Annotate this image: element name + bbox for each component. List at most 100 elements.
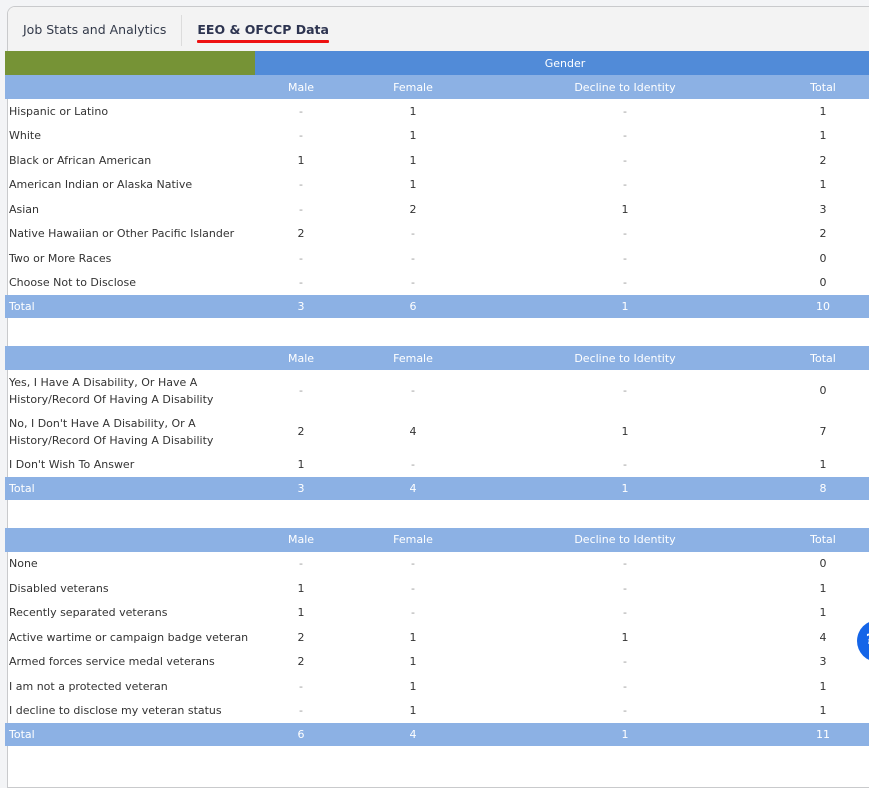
column-header-male: Male bbox=[255, 346, 347, 370]
cell-total: 2 bbox=[819, 153, 827, 167]
cell-female: 1 bbox=[409, 704, 417, 718]
total-female: 4 bbox=[347, 723, 479, 746]
cell-male: - bbox=[299, 104, 303, 118]
total-decline: 1 bbox=[479, 476, 771, 500]
cell-female: 1 bbox=[409, 153, 417, 167]
column-header-label bbox=[5, 346, 255, 370]
cell-female: - bbox=[411, 276, 415, 290]
cell-male: - bbox=[299, 384, 303, 397]
group-header-gender: Gender bbox=[255, 51, 869, 75]
cell-decline: - bbox=[623, 251, 627, 265]
cell-total: 1 bbox=[819, 178, 827, 192]
row-label: I Don't Wish To Answer bbox=[9, 457, 135, 471]
column-header-label bbox=[5, 75, 255, 99]
table-row: Hispanic or Latino - 1 - 1 bbox=[5, 99, 869, 124]
cell-decline: - bbox=[623, 606, 627, 620]
cell-total: 3 bbox=[819, 202, 827, 216]
race-body: Hispanic or Latino - 1 - 1 White - 1 - 1 Black or … bbox=[5, 99, 869, 318]
column-header-female: Female bbox=[347, 75, 479, 99]
total-female: 4 bbox=[347, 476, 479, 500]
cell-male: 1 bbox=[297, 457, 305, 471]
table-row: I Don't Wish To Answer 1 - - 1 bbox=[5, 452, 869, 477]
row-label: I decline to disclose my veteran status bbox=[9, 704, 222, 718]
cell-decline: - bbox=[623, 581, 627, 595]
cell-male: - bbox=[299, 251, 303, 265]
table-row: Active wartime or campaign badge veteran… bbox=[5, 625, 869, 650]
cell-female: 4 bbox=[409, 425, 417, 438]
cell-decline: 1 bbox=[621, 630, 629, 644]
table-row: American Indian or Alaska Native - 1 - 1 bbox=[5, 173, 869, 198]
cell-decline: - bbox=[623, 384, 627, 397]
column-header-decline: Decline to Identity bbox=[479, 346, 771, 370]
race-table: Gender Male Female Decline to Identity T… bbox=[5, 51, 869, 318]
column-header-label bbox=[5, 527, 255, 552]
cell-total: 1 bbox=[819, 457, 827, 471]
row-label: American Indian or Alaska Native bbox=[9, 178, 193, 192]
cell-decline: - bbox=[623, 129, 627, 143]
cell-total: 1 bbox=[819, 679, 827, 693]
cell-male: 1 bbox=[297, 606, 305, 620]
total-label: Total bbox=[5, 295, 255, 318]
table-row: Disabled veterans 1 - - 1 bbox=[5, 576, 869, 601]
cell-total: 3 bbox=[819, 655, 827, 669]
cell-male: 2 bbox=[297, 655, 305, 669]
cell-male: - bbox=[299, 679, 303, 693]
total-decline: 1 bbox=[479, 723, 771, 746]
cell-male: - bbox=[299, 202, 303, 216]
table-row: No, I Don't Have A Disability, Or A Hist… bbox=[5, 411, 869, 452]
column-header-female: Female bbox=[347, 527, 479, 552]
tab-eeo-ofccp[interactable]: EEO & OFCCP Data bbox=[182, 7, 329, 52]
tab-job-stats[interactable]: Job Stats and Analytics bbox=[8, 7, 181, 52]
cell-decline: - bbox=[623, 153, 627, 167]
cell-decline: - bbox=[623, 704, 627, 718]
table-row: Armed forces service medal veterans 2 1 - 3 bbox=[5, 650, 869, 675]
column-header-decline: Decline to Identity bbox=[479, 75, 771, 99]
disability-body: Yes, I Have A Disability, Or Have A Hist… bbox=[5, 370, 869, 500]
total-label: Total bbox=[5, 476, 255, 500]
active-tab-underline bbox=[197, 40, 329, 43]
cell-total: 7 bbox=[819, 425, 827, 438]
column-header-row: Male Female Decline to Identity Total bbox=[5, 75, 869, 99]
cell-female: - bbox=[411, 227, 415, 241]
veteran-table: Male Female Decline to Identity Total No… bbox=[5, 527, 869, 746]
cell-female: 1 bbox=[409, 655, 417, 669]
cell-decline: 1 bbox=[621, 202, 629, 216]
cell-total: 1 bbox=[819, 704, 827, 718]
cell-total: 4 bbox=[819, 630, 827, 644]
table-row: Choose Not to Disclose - - - 0 bbox=[5, 271, 869, 296]
cell-total: 0 bbox=[819, 251, 827, 265]
tab-bar: Job Stats and Analytics EEO & OFCCP Data bbox=[8, 7, 869, 54]
row-label: White bbox=[9, 129, 41, 143]
table-row: Asian - 2 1 3 bbox=[5, 197, 869, 222]
total-total: 10 bbox=[771, 295, 869, 318]
cell-female: - bbox=[411, 606, 415, 620]
cell-male: 2 bbox=[297, 227, 305, 241]
column-header-row: Male Female Decline to Identity Total bbox=[5, 346, 869, 370]
cell-female: 1 bbox=[409, 178, 417, 192]
row-label: Asian bbox=[9, 202, 40, 216]
cell-total: 0 bbox=[819, 276, 827, 290]
cell-decline: - bbox=[623, 655, 627, 669]
cell-male: 2 bbox=[297, 630, 305, 644]
table-row: I decline to disclose my veteran status -… bbox=[5, 699, 869, 724]
cell-decline: - bbox=[623, 227, 627, 241]
cell-male: - bbox=[299, 704, 303, 718]
row-label: Active wartime or campaign badge veteran bbox=[9, 630, 249, 644]
cell-decline: - bbox=[623, 276, 627, 290]
row-label: Armed forces service medal veterans bbox=[9, 655, 215, 669]
table-row: White - 1 - 1 bbox=[5, 124, 869, 149]
row-label: Black or African American bbox=[9, 153, 152, 167]
total-male: 3 bbox=[255, 476, 347, 500]
cell-female: 1 bbox=[409, 129, 417, 143]
total-row: Total 3 4 1 8 bbox=[5, 476, 869, 500]
table-row: Black or African American 1 1 - 2 bbox=[5, 148, 869, 173]
row-label: Yes, I Have A Disability, Or Have A Hist… bbox=[9, 375, 214, 406]
row-label: I am not a protected veteran bbox=[9, 679, 168, 693]
row-label: Hispanic or Latino bbox=[9, 104, 109, 118]
table-row: Recently separated veterans 1 - - 1 bbox=[5, 601, 869, 626]
total-row: Total 3 6 1 10 bbox=[5, 295, 869, 318]
disability-table: Male Female Decline to Identity Total Ye… bbox=[5, 346, 869, 500]
cell-total: 0 bbox=[819, 557, 827, 571]
